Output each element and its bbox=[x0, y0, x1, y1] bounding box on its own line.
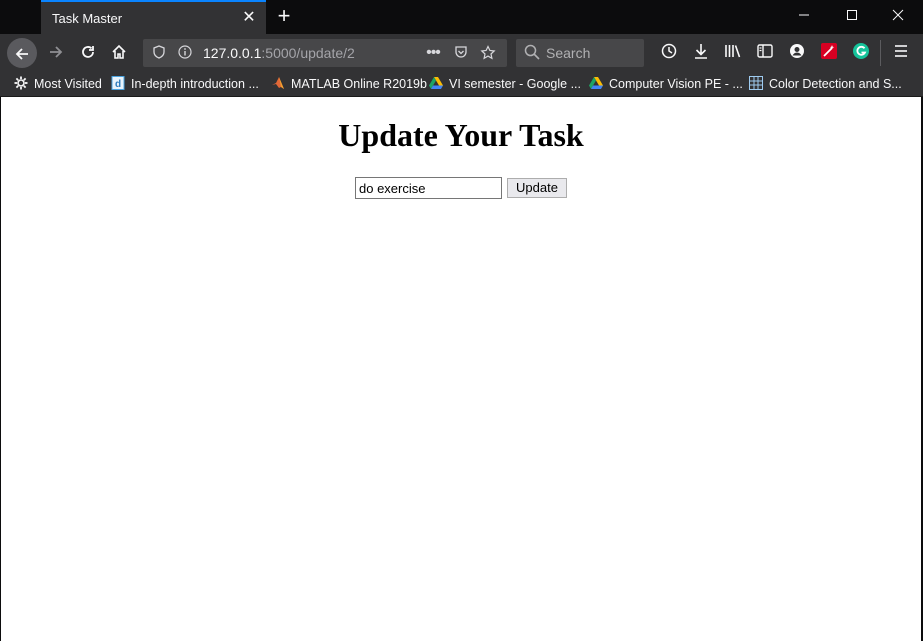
new-tab-icon[interactable]: + bbox=[273, 5, 295, 27]
close-tab-icon[interactable]: ✕ bbox=[240, 9, 258, 27]
update-button[interactable]: Update bbox=[507, 178, 567, 198]
doc-icon: d bbox=[111, 76, 125, 90]
bookmark-star-icon[interactable] bbox=[480, 45, 496, 61]
downloads-icon[interactable] bbox=[689, 40, 713, 64]
account-icon[interactable] bbox=[785, 40, 809, 64]
url-host: 127.0.0.1 bbox=[203, 45, 262, 61]
url-path: :5000/update/2 bbox=[261, 45, 355, 61]
matlab-icon bbox=[271, 76, 285, 90]
url-text[interactable]: 127.0.0.1:5000/update/2 bbox=[203, 45, 355, 61]
grid-icon bbox=[749, 76, 763, 90]
tab-strip: Task Master ✕ + bbox=[0, 0, 923, 34]
toolbar-divider bbox=[880, 40, 881, 66]
svg-text:d: d bbox=[115, 79, 121, 90]
shield-icon[interactable] bbox=[151, 45, 167, 61]
info-icon[interactable] bbox=[177, 45, 193, 61]
bookmark-label: Color Detection and S... bbox=[769, 77, 902, 91]
tab-task-master[interactable]: Task Master ✕ bbox=[41, 0, 266, 34]
bookmark-label: VI semester - Google ... bbox=[449, 77, 581, 91]
history-icon[interactable] bbox=[657, 40, 681, 64]
forward-button[interactable] bbox=[42, 39, 70, 67]
search-placeholder: Search bbox=[546, 45, 591, 61]
bookmark-label: MATLAB Online R2019b bbox=[291, 77, 427, 91]
maximize-icon[interactable] bbox=[841, 6, 863, 28]
bookmark-matlab[interactable]: MATLAB Online R2019b bbox=[271, 75, 427, 93]
search-bar[interactable]: Search bbox=[516, 39, 644, 67]
grammarly-icon[interactable] bbox=[849, 40, 873, 64]
bookmark-computer-vision[interactable]: Computer Vision PE - ... bbox=[589, 75, 743, 93]
nav-toolbar: 127.0.0.1:5000/update/2 ••• Search bbox=[0, 34, 923, 72]
bookmark-label: In-depth introduction ... bbox=[131, 77, 259, 91]
home-icon[interactable] bbox=[105, 39, 133, 67]
reload-icon[interactable] bbox=[74, 39, 102, 67]
gear-icon bbox=[14, 76, 28, 90]
sidebar-icon[interactable] bbox=[753, 40, 777, 64]
bookmark-vi-semester[interactable]: VI semester - Google ... bbox=[429, 75, 581, 93]
bookmark-in-depth[interactable]: d In-depth introduction ... bbox=[111, 75, 259, 93]
drive-icon bbox=[589, 76, 603, 90]
bookmark-most-visited[interactable]: Most Visited bbox=[14, 75, 102, 93]
bookmark-label: Computer Vision PE - ... bbox=[609, 77, 743, 91]
pocket-icon[interactable] bbox=[453, 45, 469, 61]
bookmark-label: Most Visited bbox=[34, 77, 102, 91]
drive-icon bbox=[429, 76, 443, 90]
page-actions-icon[interactable]: ••• bbox=[425, 45, 441, 61]
close-window-icon[interactable] bbox=[887, 6, 909, 28]
back-button[interactable] bbox=[7, 38, 37, 68]
url-bar[interactable]: 127.0.0.1:5000/update/2 ••• bbox=[143, 39, 507, 67]
task-content-input[interactable] bbox=[355, 177, 502, 199]
library-icon[interactable] bbox=[721, 40, 745, 64]
bookmarks-bar: Most Visited d In-depth introduction ...… bbox=[0, 72, 923, 97]
hamburger-menu-icon[interactable] bbox=[889, 40, 913, 64]
search-icon bbox=[524, 44, 540, 60]
bookmark-color-detection[interactable]: Color Detection and S... bbox=[749, 75, 902, 93]
page-title: Update Your Task bbox=[338, 117, 584, 153]
minimize-icon[interactable] bbox=[793, 6, 815, 28]
page-content: Update Your Task Update bbox=[1, 97, 921, 641]
tab-title: Task Master bbox=[52, 11, 123, 26]
extension-wand-icon[interactable] bbox=[817, 40, 841, 64]
